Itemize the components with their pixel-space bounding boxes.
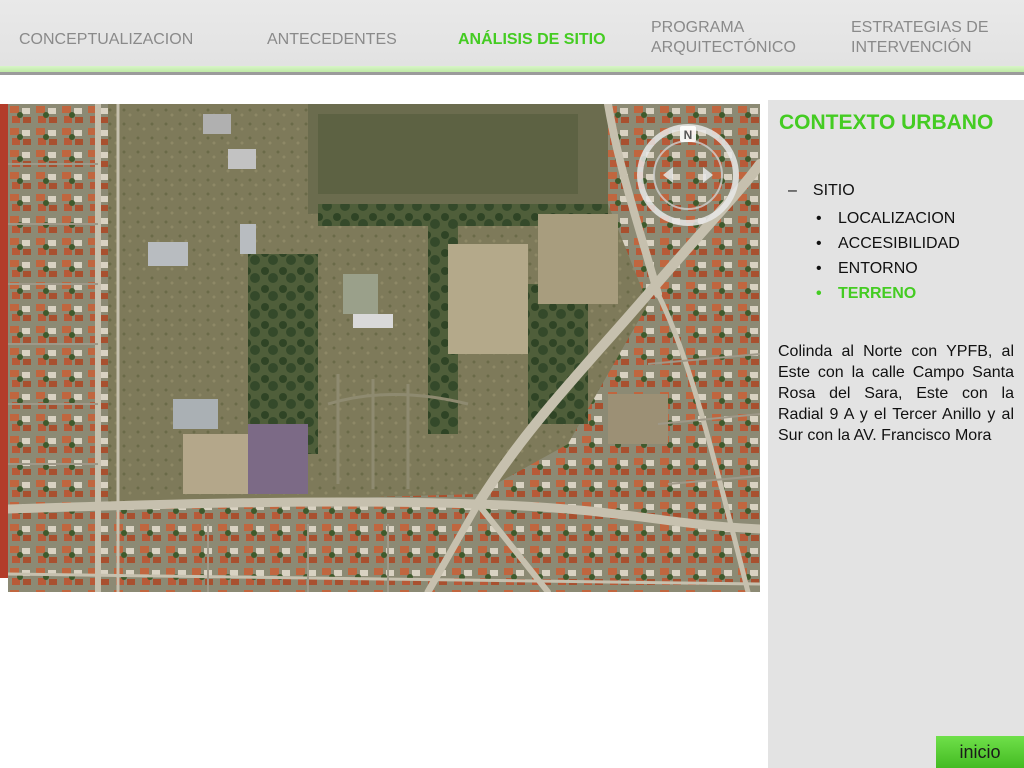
- slide: CONCEPTUALIZACION ANTECEDENTES ANÁLISIS …: [0, 0, 1024, 768]
- aerial-site-image: N: [8, 104, 760, 592]
- nav-analisis-de-sitio[interactable]: ANÁLISIS DE SITIO: [458, 30, 606, 50]
- inicio-button[interactable]: inicio: [936, 736, 1024, 768]
- compass-north-label: N: [684, 128, 693, 142]
- section-sitio-label: SITIO: [812, 182, 855, 199]
- bullet-icon: •: [816, 235, 822, 252]
- compass-icon[interactable]: N: [633, 120, 743, 230]
- section-sitio: – SITIO: [788, 182, 855, 200]
- list-item-label: ACCESIBILIDAD: [838, 235, 960, 252]
- list-item-localizacion[interactable]: • LOCALIZACION: [816, 206, 960, 231]
- bullet-icon: •: [816, 285, 822, 302]
- bullet-icon: •: [816, 260, 822, 277]
- section-dash: –: [788, 182, 797, 199]
- list-item-label: TERRENO: [838, 285, 917, 302]
- bullet-icon: •: [816, 210, 822, 227]
- nav-underline-grey: [0, 72, 1024, 75]
- nav-conceptualizacion[interactable]: CONCEPTUALIZACION: [19, 30, 193, 50]
- list-item-accesibilidad[interactable]: • ACCESIBILIDAD: [816, 231, 960, 256]
- list-item-label: ENTORNO: [838, 260, 918, 277]
- sitio-sub-list: • LOCALIZACION • ACCESIBILIDAD • ENTORNO • T…: [816, 206, 960, 306]
- decorative-edge: [0, 104, 8, 578]
- info-panel: CONTEXTO URBANO – SITIO • LOCALIZACION • AC…: [768, 100, 1024, 768]
- top-navigation: CONCEPTUALIZACION ANTECEDENTES ANÁLISIS …: [0, 0, 1024, 66]
- list-item-terreno[interactable]: • TERRENO: [816, 281, 960, 306]
- nav-programa-arquitectonico[interactable]: PROGRAMA ARQUITECTÓNICO: [651, 18, 821, 58]
- list-item-label: LOCALIZACION: [838, 210, 956, 227]
- nav-antecedentes[interactable]: ANTECEDENTES: [267, 30, 397, 50]
- nav-estrategias-de-intervencion[interactable]: ESTRATEGIAS DE INTERVENCIÓN: [851, 18, 1021, 58]
- list-item-entorno[interactable]: • ENTORNO: [816, 256, 960, 281]
- panel-title: CONTEXTO URBANO: [779, 111, 994, 134]
- site-description: Colinda al Norte con YPFB, al Este con l…: [778, 343, 1014, 444]
